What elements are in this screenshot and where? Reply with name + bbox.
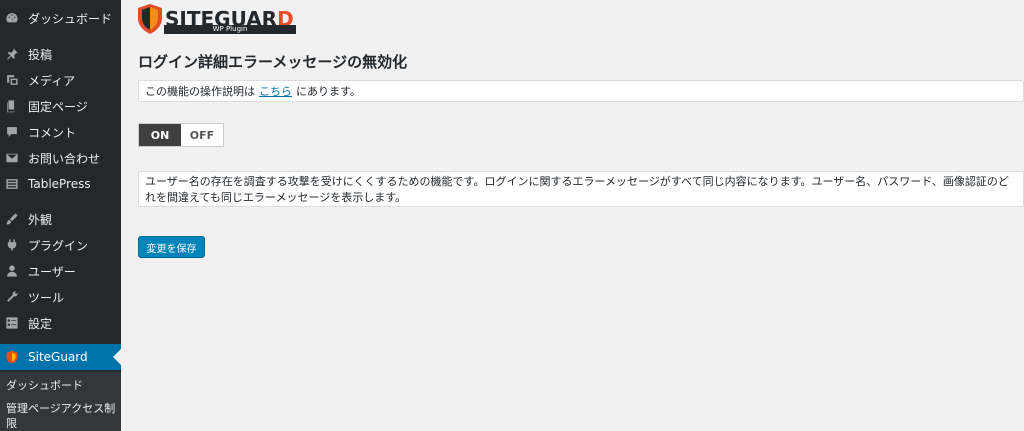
sidebar-item-label: ユーザー [28,264,76,279]
sidebar-item-plugins[interactable]: プラグイン [0,232,121,258]
info-prefix: この機能の操作説明は [145,85,255,98]
sidebar-item-label: ダッシュボード [28,11,113,26]
media-icon [5,73,19,87]
sidebar-item-label: SiteGuard [28,350,88,364]
sidebar-item-label: コメント [28,125,77,140]
logo-subtitle: WP Plugin [164,25,296,34]
toggle-on-button[interactable]: ON [139,124,181,146]
submenu-item-dashboard[interactable]: ダッシュボード [6,378,118,393]
plugin-icon [5,238,19,252]
sidebar-item-media[interactable]: メディア [0,67,121,93]
mail-icon [5,151,19,165]
dashboard-icon [5,11,19,25]
sidebar-item-label: 設定 [28,316,53,331]
sidebar-item-contact[interactable]: お問い合わせ [0,145,121,171]
sidebar-item-dashboard[interactable]: ダッシュボード [0,5,121,31]
comment-icon [5,125,19,139]
save-button[interactable]: 変更を保存 [138,236,205,258]
sidebar-item-label: ツール [28,290,65,305]
sidebar-item-comments[interactable]: コメント [0,119,121,145]
feature-description: ユーザー名の存在を調査する攻撃を受けにくくするための機能です。ログインに関するエ… [138,171,1024,207]
shield-logo-icon [138,4,162,34]
sidebar-item-settings[interactable]: 設定 [0,310,121,336]
admin-sidebar: ダッシュボード 投稿 メディア 固定ページ コメント お問い合わせ TableP… [0,0,121,431]
sidebar-item-posts[interactable]: 投稿 [0,41,121,67]
sidebar-item-label: TablePress [28,177,91,191]
sidebar-item-label: プラグイン [28,238,89,253]
sidebar-item-siteguard[interactable]: SiteGuard [0,344,121,370]
sidebar-item-pages[interactable]: 固定ページ [0,93,121,119]
siteguard-submenu: ダッシュボード 管理ページアクセス制限 [0,372,121,431]
sidebar-item-label: 固定ページ [28,99,88,114]
siteguard-logo: SITEGUARD WP Plugin [138,4,296,34]
info-link[interactable]: こちら [259,83,292,99]
pushpin-icon [5,47,19,61]
sidebar-item-appearance[interactable]: 外観 [0,206,121,232]
settings-icon [5,316,19,330]
sidebar-item-users[interactable]: ユーザー [0,258,121,284]
user-icon [5,264,19,278]
page-icon [5,99,19,113]
page-title: ログイン詳細エラーメッセージの無効化 [138,53,408,71]
sidebar-item-label: 投稿 [28,47,53,62]
toggle-off-button[interactable]: OFF [181,124,223,146]
siteguard-icon [5,350,19,364]
on-off-toggle: ON OFF [138,123,224,147]
sidebar-item-label: 外観 [28,212,53,227]
table-icon [5,177,19,191]
info-box: この機能の操作説明は こちら にあります。 [138,80,1024,102]
sidebar-item-tools[interactable]: ツール [0,284,121,310]
wrench-icon [5,290,19,304]
info-suffix: にあります。 [296,85,361,98]
sidebar-item-label: メディア [28,73,76,88]
sidebar-item-tablepress[interactable]: TablePress [0,171,121,197]
submenu-item-admin-access[interactable]: 管理ページアクセス制限 [6,401,118,431]
brush-icon [5,212,19,226]
sidebar-item-label: お問い合わせ [28,151,101,166]
